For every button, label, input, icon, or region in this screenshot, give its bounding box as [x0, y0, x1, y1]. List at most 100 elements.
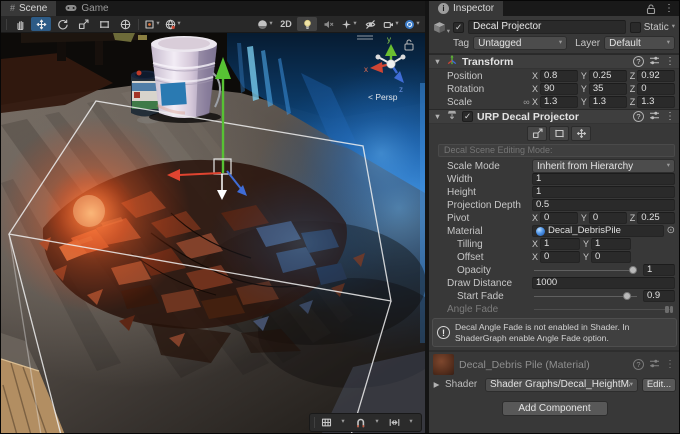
- presets-icon[interactable]: [649, 55, 660, 69]
- rotation-x-field[interactable]: 90: [540, 83, 578, 95]
- material-section-header[interactable]: Decal_Debris Pile (Material) ? ⋮: [429, 352, 680, 376]
- dropdown-caret-icon: ▾: [416, 21, 419, 28]
- active-checkbox[interactable]: ✓: [453, 22, 464, 33]
- position-x-field[interactable]: 0.8: [540, 70, 578, 82]
- draw-distance-field[interactable]: 1000: [532, 277, 675, 289]
- shader-dropdown[interactable]: Shader Graphs/Decal_HeightMask ▾: [485, 378, 638, 392]
- height-field[interactable]: 1: [532, 186, 675, 198]
- warning-icon: !: [437, 326, 450, 339]
- gameobject-cube-icon[interactable]: ▾: [433, 20, 449, 34]
- help-icon[interactable]: ?: [633, 111, 644, 122]
- hand-tool-button[interactable]: [10, 17, 30, 31]
- start-fade-field[interactable]: 0.9: [643, 290, 675, 302]
- move-tool-button[interactable]: [31, 17, 51, 31]
- add-component-button[interactable]: Add Component: [502, 401, 608, 416]
- opacity-slider[interactable]: [532, 264, 639, 276]
- lock-icon[interactable]: [645, 3, 657, 15]
- layer-dropdown[interactable]: Default ▾: [604, 36, 675, 50]
- projection-depth-field[interactable]: 0.5: [532, 199, 675, 211]
- tab-inspector-label: Inspector: [453, 3, 494, 14]
- rotate-tool-button[interactable]: [52, 17, 72, 31]
- kebab-menu-icon[interactable]: ⋮: [665, 360, 675, 370]
- camera-settings-button[interactable]: ▾: [381, 17, 401, 31]
- 2d-toggle-button[interactable]: 2D: [276, 17, 296, 31]
- material-preview-thumbnail[interactable]: [433, 354, 454, 375]
- kebab-menu-icon[interactable]: ⋮: [665, 112, 675, 122]
- scale-row: Scale ∞ X1.3 Y1.3 Z1.3: [429, 96, 680, 108]
- increment-snap-dropdown-button[interactable]: ▾: [403, 415, 419, 430]
- game-controller-icon: [65, 4, 77, 14]
- width-field[interactable]: 1: [532, 173, 675, 185]
- kebab-menu-icon[interactable]: ⋮: [664, 4, 674, 14]
- tilling-y-field[interactable]: 1: [591, 238, 631, 250]
- start-fade-slider[interactable]: [532, 290, 639, 302]
- pivot-z-field[interactable]: 0.25: [637, 212, 675, 224]
- object-picker-icon[interactable]: ⊙: [667, 226, 675, 236]
- foldout-icon[interactable]: ▼: [433, 112, 442, 121]
- transform-tool-button[interactable]: [115, 17, 135, 31]
- decal-crop-mode-button[interactable]: [549, 126, 569, 141]
- height-row: Height 1: [429, 186, 680, 198]
- presets-icon[interactable]: [649, 358, 660, 372]
- scale-y-field[interactable]: 1.3: [589, 96, 627, 108]
- material-object-field[interactable]: Decal_DebrisPile: [532, 225, 664, 237]
- pivot-toggle-button[interactable]: ▾: [142, 17, 162, 31]
- grid-dropdown-button[interactable]: ▾: [335, 415, 351, 430]
- unity-editor-window: # Scene Game ▾ ▾ ▾ 2D ▾: [0, 0, 680, 434]
- shader-row: ▶ Shader Shader Graphs/Decal_HeightMask …: [429, 377, 680, 392]
- gameobject-name-field[interactable]: Decal Projector: [468, 20, 626, 34]
- bucket: [149, 36, 221, 123]
- tab-game[interactable]: Game: [56, 1, 117, 16]
- scale-z-field[interactable]: 1.3: [637, 96, 675, 108]
- scene-audio-button[interactable]: [318, 17, 338, 31]
- pivot-x-field[interactable]: 0: [540, 212, 578, 224]
- opacity-field[interactable]: 1: [643, 264, 675, 276]
- scale-tool-button[interactable]: [73, 17, 93, 31]
- constrain-proportions-icon[interactable]: ∞: [521, 97, 532, 107]
- decal-edit-mode-label: Decal Scene Editing Mode:: [438, 144, 675, 157]
- position-z-field[interactable]: 0.92: [637, 70, 675, 82]
- decal-projector-header[interactable]: ▼ ✓ URP Decal Projector ? ⋮: [429, 109, 680, 124]
- rotation-y-field[interactable]: 35: [589, 83, 627, 95]
- help-icon[interactable]: ?: [633, 359, 644, 370]
- presets-icon[interactable]: [649, 110, 660, 124]
- static-checkbox[interactable]: [630, 22, 641, 33]
- tilling-x-field[interactable]: 1: [540, 238, 580, 250]
- foldout-icon[interactable]: ▼: [433, 57, 442, 66]
- scene-lighting-button[interactable]: [297, 17, 317, 31]
- snap-toggle-button[interactable]: [352, 415, 368, 430]
- global-local-toggle-button[interactable]: ▾: [163, 17, 183, 31]
- rect-tool-button[interactable]: [94, 17, 114, 31]
- tab-inspector[interactable]: i Inspector: [429, 1, 503, 16]
- tab-scene[interactable]: # Scene: [1, 1, 56, 16]
- toolbar-separator: [138, 19, 139, 30]
- snap-dropdown-button[interactable]: ▾: [369, 415, 385, 430]
- shader-edit-button[interactable]: Edit...: [642, 378, 676, 392]
- static-dropdown-icon[interactable]: ▾: [672, 24, 675, 31]
- transform-header[interactable]: ▼ Transform ? ⋮: [429, 54, 680, 69]
- increment-snap-button[interactable]: [386, 415, 402, 430]
- scale-x-field[interactable]: 1.3: [540, 96, 578, 108]
- foldout-icon[interactable]: ▶: [432, 380, 441, 389]
- decal-pivot-mode-button[interactable]: [571, 126, 591, 141]
- tab-scene-label: Scene: [19, 3, 47, 14]
- gizmos-dropdown-button[interactable]: ▾: [402, 17, 422, 31]
- offset-y-field[interactable]: 0: [591, 251, 631, 263]
- tag-dropdown[interactable]: Untagged ▾: [473, 36, 567, 50]
- shading-mode-button[interactable]: ▾: [255, 17, 275, 31]
- rotation-z-field[interactable]: 0: [637, 83, 675, 95]
- scene-visibility-button[interactable]: [360, 17, 380, 31]
- scale-mode-dropdown[interactable]: Inherit from Hierarchy ▾: [532, 159, 675, 173]
- scene-viewport[interactable]: y x z < Persp ▾ ▾ ▾: [1, 33, 425, 434]
- scene-grid-icon: #: [10, 4, 15, 13]
- component-enabled-checkbox[interactable]: ✓: [462, 111, 473, 122]
- offset-x-field[interactable]: 0: [540, 251, 580, 263]
- kebab-menu-icon[interactable]: ⋮: [665, 57, 675, 67]
- position-y-field[interactable]: 0.25: [589, 70, 627, 82]
- decal-scale-mode-button[interactable]: [527, 126, 547, 141]
- grid-visibility-button[interactable]: [318, 415, 334, 430]
- perspective-label[interactable]: < Persp: [368, 92, 398, 102]
- scene-effects-button[interactable]: ▾: [339, 17, 359, 31]
- pivot-y-field[interactable]: 0: [589, 212, 627, 224]
- help-icon[interactable]: ?: [633, 56, 644, 67]
